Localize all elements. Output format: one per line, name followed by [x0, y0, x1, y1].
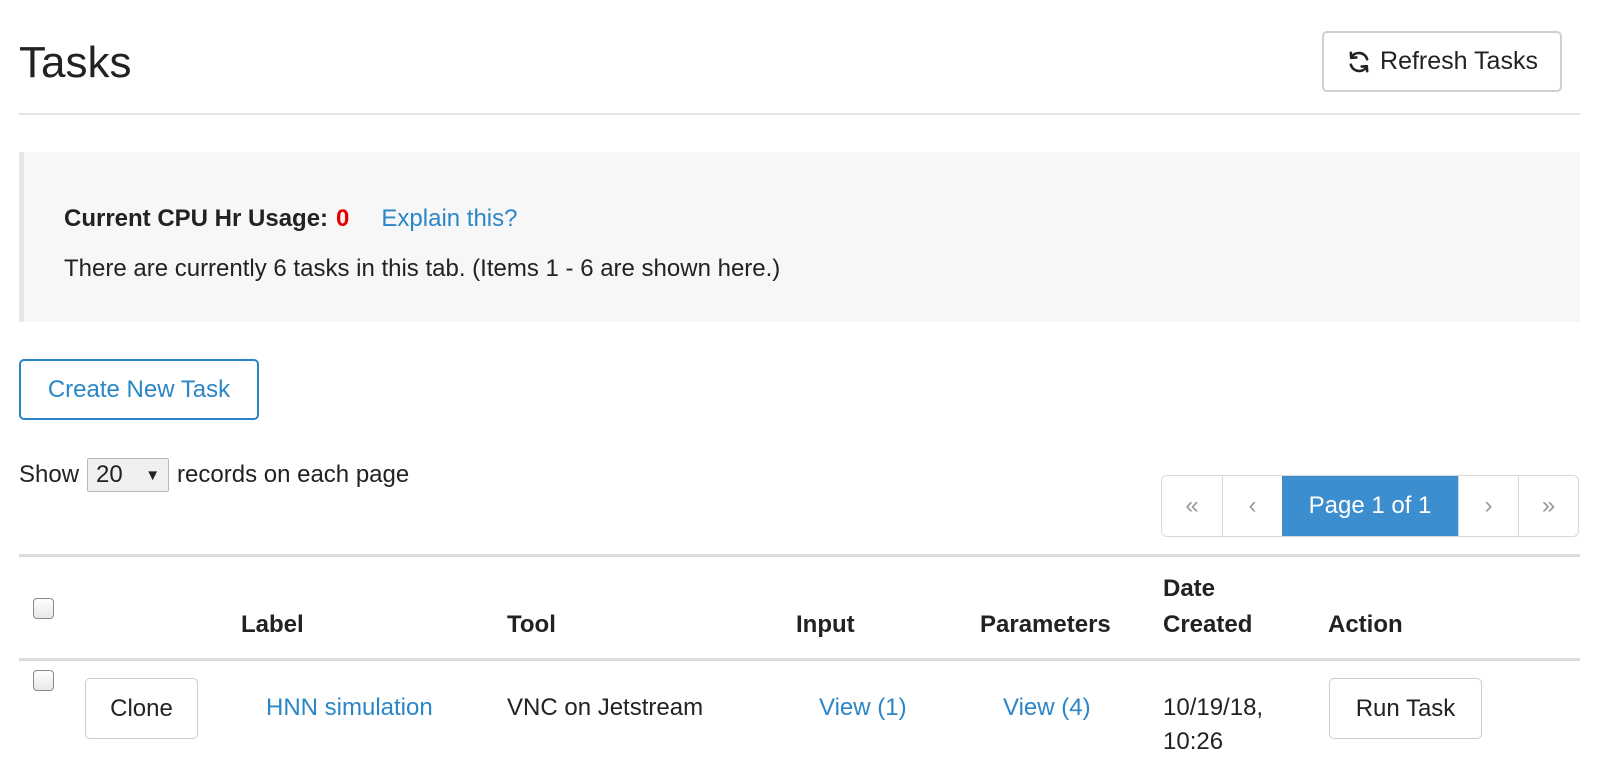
run-task-button[interactable]: Run Task	[1329, 678, 1482, 739]
column-header-parameters: Parameters	[980, 611, 1111, 638]
records-per-page-select[interactable]: 20 ▼	[87, 458, 170, 492]
column-header-action: Action	[1328, 611, 1403, 638]
current-page-indicator[interactable]: Page 1 of 1	[1282, 476, 1458, 536]
records-per-page-control: Show 20 ▼ records on each page	[19, 457, 409, 493]
select-all-checkbox[interactable]	[33, 598, 54, 619]
column-header-input: Input	[796, 611, 855, 638]
date-created-line1: 10/19/18,	[1163, 694, 1264, 721]
page-title: Tasks	[19, 38, 132, 87]
show-label: Show	[19, 461, 80, 488]
page-header: Tasks Refresh Tasks	[19, 0, 1580, 115]
column-header-label: Label	[241, 611, 304, 638]
task-tool: VNC on Jetstream	[507, 694, 704, 721]
cpu-usage-line: Current CPU Hr Usage: 0 Explain this?	[64, 204, 517, 234]
usage-info-panel: Current CPU Hr Usage: 0 Explain this? Th…	[19, 152, 1580, 322]
column-header-date-line2: Created	[1163, 611, 1253, 638]
date-created-line2: 10:26	[1163, 728, 1224, 755]
cpu-usage-value: 0	[336, 205, 350, 232]
explain-this-link[interactable]: Explain this?	[381, 204, 517, 234]
clone-button[interactable]: Clone	[85, 678, 198, 739]
view-parameters-link[interactable]: View (4)	[1003, 690, 1091, 726]
task-label-link[interactable]: HNN simulation	[266, 690, 433, 726]
table-header-border	[19, 658, 1580, 661]
row-select-checkbox[interactable]	[33, 670, 54, 691]
table-top-border	[19, 554, 1580, 557]
prev-page-button[interactable]: ‹	[1222, 476, 1282, 536]
refresh-tasks-label: Refresh Tasks	[1380, 47, 1538, 75]
task-count-text: There are currently 6 tasks in this tab.…	[64, 255, 781, 282]
first-page-button[interactable]: «	[1162, 476, 1222, 536]
records-suffix-label: records on each page	[177, 461, 410, 488]
refresh-tasks-button[interactable]: Refresh Tasks	[1322, 31, 1562, 92]
dropdown-arrow-icon: ▼	[145, 466, 161, 484]
pagination: « ‹ Page 1 of 1 › »	[1161, 475, 1579, 537]
create-new-task-button[interactable]: Create New Task	[19, 359, 259, 420]
view-input-link[interactable]: View (1)	[819, 690, 907, 726]
last-page-button[interactable]: »	[1518, 476, 1578, 536]
next-page-button[interactable]: ›	[1458, 476, 1518, 536]
cpu-usage-label: Current CPU Hr Usage:	[64, 205, 329, 232]
records-per-page-value: 20	[96, 461, 123, 488]
refresh-icon	[1349, 50, 1369, 73]
column-header-date-line1: Date	[1163, 575, 1216, 602]
column-header-tool: Tool	[507, 611, 556, 638]
